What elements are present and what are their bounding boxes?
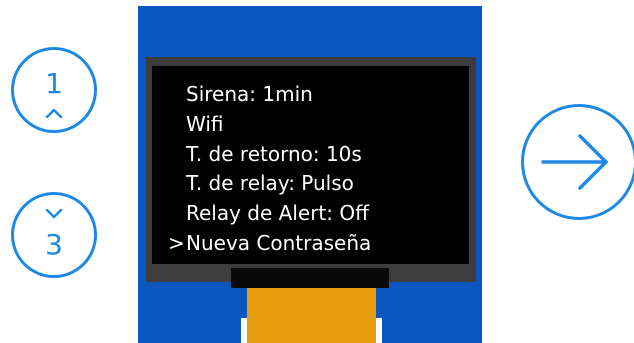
flex-cable	[247, 288, 376, 343]
chevron-up-icon	[45, 108, 63, 118]
selection-marker: >	[168, 230, 185, 255]
menu-item-label: T. de relay: Pulso	[186, 171, 354, 196]
arrow-right-icon	[541, 134, 608, 190]
up-button-label: 1	[45, 67, 63, 100]
chevron-down-icon	[45, 209, 63, 219]
down-button[interactable]: 3	[11, 192, 97, 278]
enter-button[interactable]	[521, 104, 634, 220]
display-connector	[231, 268, 389, 288]
menu-item-label: Nueva Contraseña	[186, 230, 372, 255]
menu-item-label: Relay de Alert: Off	[186, 201, 369, 226]
menu-item-label: Wifi	[186, 111, 224, 136]
down-button-label: 3	[45, 228, 63, 261]
menu-item-label: T. de retorno: 10s	[186, 141, 362, 166]
menu-item-label: Sirena: 1min	[186, 82, 313, 106]
oled-screen: Sirena: 1min Wifi T. de retorno: 10s T. …	[152, 66, 469, 264]
up-button[interactable]: 1	[11, 47, 97, 133]
